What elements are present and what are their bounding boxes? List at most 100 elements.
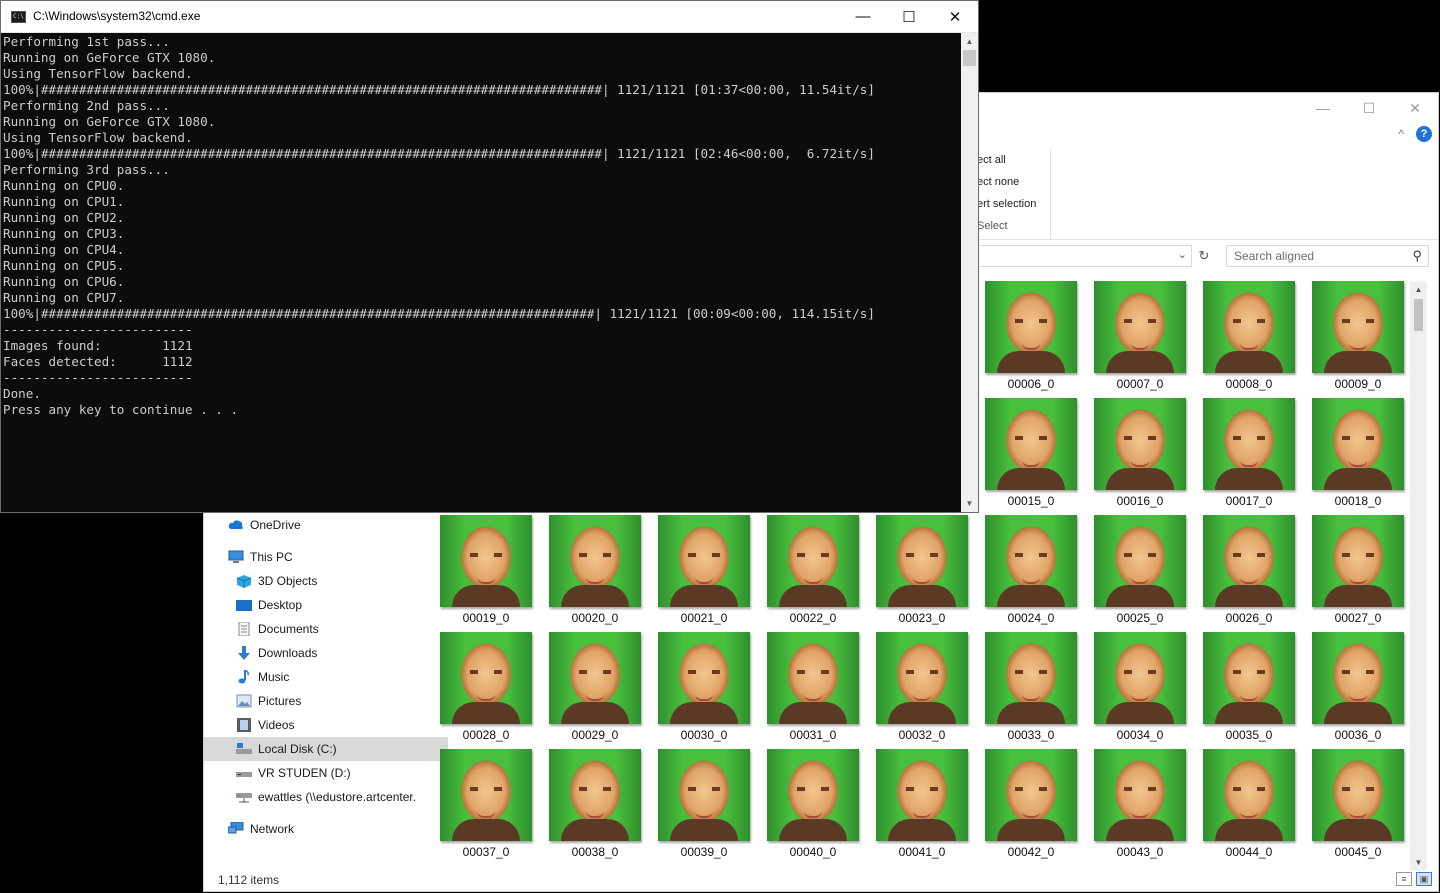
cmd-maximize-button[interactable]: ☐: [886, 1, 932, 32]
this-pc-icon: [228, 550, 244, 564]
face-thumbnail: [767, 515, 859, 607]
console-line: Images found: 1121: [3, 338, 193, 353]
help-icon[interactable]: ?: [1416, 126, 1432, 142]
file-tile[interactable]: 00033_0: [985, 632, 1077, 742]
file-tile[interactable]: 00037_0: [440, 749, 532, 859]
file-tile[interactable]: 00008_0: [1203, 281, 1295, 391]
large-icons-view-button[interactable]: ▣: [1416, 872, 1432, 886]
select-none-button[interactable]: ect none: [974, 171, 1050, 193]
file-grid-scrollbar[interactable]: ▲ ▼: [1410, 281, 1427, 871]
file-name: 00006_0: [1007, 377, 1055, 391]
nav-item-onedrive[interactable]: OneDrive: [204, 513, 440, 537]
file-tile[interactable]: 00023_0: [876, 515, 968, 625]
scrollbar-thumb[interactable]: [963, 50, 976, 66]
file-name: 00009_0: [1334, 377, 1382, 391]
search-input[interactable]: Search aligned ⚲: [1226, 245, 1429, 267]
file-tile[interactable]: 00021_0: [658, 515, 750, 625]
scroll-down-arrow-icon[interactable]: ▼: [961, 495, 978, 512]
file-tile[interactable]: 00027_0: [1312, 515, 1404, 625]
details-view-button[interactable]: ≡: [1396, 872, 1412, 886]
cmd-title-bar[interactable]: C:\ C:\Windows\system32\cmd.exe — ☐ ✕: [1, 1, 978, 33]
nav-item-pictures[interactable]: Pictures: [204, 689, 448, 713]
file-tile[interactable]: 00038_0: [549, 749, 641, 859]
nav-item-3d-objects[interactable]: 3D Objects: [204, 569, 448, 593]
file-tile[interactable]: 00039_0: [658, 749, 750, 859]
file-tile[interactable]: 00034_0: [1094, 632, 1186, 742]
face-thumbnail: [1203, 281, 1295, 373]
file-tile[interactable]: 00042_0: [985, 749, 1077, 859]
invert-selection-button[interactable]: ert selection: [974, 193, 1050, 215]
face-thumbnail: [440, 632, 532, 724]
scrollbar-thumb[interactable]: [1414, 299, 1423, 331]
face-thumbnail: [1312, 515, 1404, 607]
file-tile[interactable]: 00007_0: [1094, 281, 1186, 391]
nav-item-label: Downloads: [258, 646, 318, 660]
scroll-up-arrow-icon[interactable]: ▲: [961, 33, 978, 50]
console-line: 100%|###################################…: [3, 306, 875, 321]
cmd-window-title: C:\Windows\system32\cmd.exe: [33, 9, 201, 23]
file-tile[interactable]: 00016_0: [1094, 398, 1186, 508]
file-tile[interactable]: 00017_0: [1203, 398, 1295, 508]
nav-item-label: This PC: [250, 550, 293, 564]
nav-item-network[interactable]: Network: [204, 817, 440, 841]
file-tile[interactable]: 00029_0: [549, 632, 641, 742]
file-tile[interactable]: 00036_0: [1312, 632, 1404, 742]
refresh-button[interactable]: ↻: [1194, 245, 1214, 267]
file-tile[interactable]: 00035_0: [1203, 632, 1295, 742]
file-tile[interactable]: 00041_0: [876, 749, 968, 859]
file-name: 00042_0: [1007, 845, 1055, 859]
address-bar[interactable]: ⌄: [974, 245, 1192, 267]
nav-item-videos[interactable]: Videos: [204, 713, 448, 737]
nav-item-music[interactable]: Music: [204, 665, 448, 689]
file-tile[interactable]: 00025_0: [1094, 515, 1186, 625]
explorer-minimize-button[interactable]: —: [1300, 93, 1346, 123]
select-all-button[interactable]: ect all: [974, 149, 1050, 171]
nav-item-desktop[interactable]: Desktop: [204, 593, 448, 617]
nav-item-this-pc[interactable]: This PC: [204, 545, 440, 569]
command-prompt-window: C:\ C:\Windows\system32\cmd.exe — ☐ ✕ Pe…: [0, 0, 979, 513]
file-tile[interactable]: 00028_0: [440, 632, 532, 742]
file-tile[interactable]: 00040_0: [767, 749, 859, 859]
file-tile[interactable]: 00006_0: [985, 281, 1077, 391]
file-tile[interactable]: 00045_0: [1312, 749, 1404, 859]
nav-item-documents[interactable]: Documents: [204, 617, 448, 641]
scroll-down-arrow-icon[interactable]: ▼: [1410, 854, 1427, 871]
face-thumbnail: [549, 515, 641, 607]
face-thumbnail: [767, 749, 859, 841]
console-output[interactable]: Performing 1st pass... Running on GeForce…: [3, 34, 961, 512]
file-tile[interactable]: 00015_0: [985, 398, 1077, 508]
file-name: 00029_0: [571, 728, 619, 742]
file-name: 00034_0: [1116, 728, 1164, 742]
file-tile[interactable]: 00022_0: [767, 515, 859, 625]
3d-objects-icon: [236, 574, 252, 588]
console-line: Running on CPU4.: [3, 242, 125, 257]
file-name: 00027_0: [1334, 611, 1382, 625]
nav-item-downloads[interactable]: Downloads: [204, 641, 448, 665]
file-tile[interactable]: 00031_0: [767, 632, 859, 742]
cmd-scrollbar[interactable]: ▲ ▼: [961, 33, 978, 512]
console-line: Running on CPU6.: [3, 274, 125, 289]
cmd-close-button[interactable]: ✕: [932, 1, 978, 32]
cmd-minimize-button[interactable]: —: [840, 1, 886, 32]
file-tile[interactable]: 00030_0: [658, 632, 750, 742]
file-tile[interactable]: 00032_0: [876, 632, 968, 742]
nav-item-vr-studen-d[interactable]: VR STUDEN (D:): [204, 761, 448, 785]
console-line: Running on CPU2.: [3, 210, 125, 225]
nav-item-local-disk-c[interactable]: Local Disk (C:): [204, 737, 448, 761]
file-tile[interactable]: 00044_0: [1203, 749, 1295, 859]
file-tile[interactable]: 00043_0: [1094, 749, 1186, 859]
file-tile[interactable]: 00020_0: [549, 515, 641, 625]
explorer-close-button[interactable]: ✕: [1392, 93, 1438, 123]
face-thumbnail: [1312, 281, 1404, 373]
file-tile[interactable]: 00018_0: [1312, 398, 1404, 508]
explorer-maximize-button[interactable]: ☐: [1346, 93, 1392, 123]
scroll-up-arrow-icon[interactable]: ▲: [1410, 281, 1427, 298]
nav-item-ewattles-network-drive[interactable]: ewattles (\\edustore.artcenter.: [204, 785, 448, 809]
cmd-window-controls: — ☐ ✕: [840, 1, 978, 32]
expand-ribbon-chevron-icon[interactable]: ^: [1398, 127, 1404, 141]
file-tile[interactable]: 00009_0: [1312, 281, 1404, 391]
address-history-chevron-icon[interactable]: ⌄: [1178, 248, 1187, 261]
file-tile[interactable]: 00024_0: [985, 515, 1077, 625]
file-tile[interactable]: 00026_0: [1203, 515, 1295, 625]
file-tile[interactable]: 00019_0: [440, 515, 532, 625]
